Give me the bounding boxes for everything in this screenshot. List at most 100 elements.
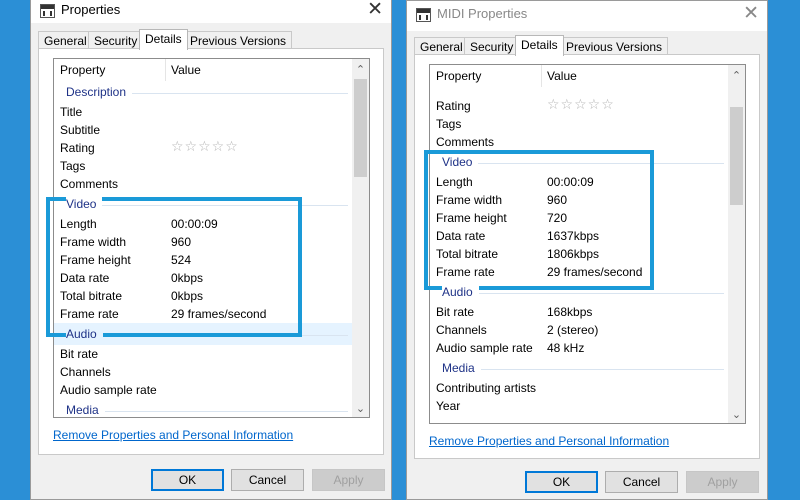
column-property[interactable]: Property <box>436 69 481 83</box>
group-audio[interactable]: Audio <box>430 281 728 303</box>
group-label: Audio <box>66 327 103 341</box>
property-name: Channels <box>436 323 487 337</box>
ok-button[interactable]: OK <box>525 471 598 493</box>
list-item[interactable]: Data rate 0kbps <box>54 269 352 287</box>
tab-security[interactable]: Security <box>464 37 520 55</box>
list-item[interactable]: Length 00:00:09 <box>54 215 352 233</box>
property-value: 00:00:09 <box>171 217 218 231</box>
group-divider <box>66 411 348 412</box>
list-item[interactable]: Channels 2 (stereo) <box>430 321 728 339</box>
property-name: Tags <box>436 117 462 131</box>
column-value[interactable]: Value <box>171 63 201 77</box>
group-media[interactable]: Media <box>430 357 728 379</box>
list-item[interactable]: Frame height 720 <box>430 209 728 227</box>
file-properties-icon <box>416 8 431 22</box>
tab-details[interactable]: Details <box>515 35 564 56</box>
property-list[interactable]: Property Value Rating ☆☆☆☆☆ Tags Comments… <box>429 64 746 424</box>
scroll-up-icon[interactable]: ⌃ <box>728 67 745 84</box>
property-list[interactable]: Property Value Description Title Subtitl… <box>53 58 370 418</box>
cancel-button[interactable]: Cancel <box>605 471 678 493</box>
remove-properties-link[interactable]: Remove Properties and Personal Informati… <box>429 434 669 448</box>
column-separator[interactable] <box>541 65 542 87</box>
list-item[interactable]: Bit rate <box>54 345 352 363</box>
property-name: Frame width <box>60 235 127 249</box>
list-item[interactable]: Title <box>54 103 352 121</box>
rating-stars-icon[interactable]: ☆☆☆☆☆ <box>547 97 615 113</box>
list-item[interactable]: Tags <box>430 115 728 133</box>
list-item[interactable]: Channels <box>54 363 352 381</box>
scroll-thumb[interactable] <box>354 79 367 177</box>
group-description[interactable]: Description <box>54 81 352 103</box>
list-item[interactable]: Comments <box>430 133 728 151</box>
tab-details[interactable]: Details <box>139 29 188 50</box>
list-rows: Rating ☆☆☆☆☆ Tags Comments Video Length 00… <box>430 97 728 415</box>
group-audio[interactable]: Audio <box>54 323 352 345</box>
close-icon[interactable]: ✕ <box>743 2 759 24</box>
property-value: 29 frames/second <box>171 307 267 321</box>
list-item[interactable]: Frame rate 29 frames/second <box>54 305 352 323</box>
list-item[interactable]: Tags <box>54 157 352 175</box>
tab-security[interactable]: Security <box>88 31 144 49</box>
scroll-up-icon[interactable]: ⌃ <box>352 61 369 78</box>
column-header: Property Value <box>54 59 352 81</box>
window-title: MIDI Properties <box>437 6 528 21</box>
list-item[interactable]: Frame height 524 <box>54 251 352 269</box>
list-rows: Description Title Subtitle Rating ☆☆☆☆☆ T… <box>54 81 352 417</box>
list-item[interactable]: Audio sample rate <box>54 381 352 399</box>
property-name: Frame width <box>436 193 503 207</box>
window-title: Properties <box>61 2 121 17</box>
list-item[interactable]: Contributing artists <box>430 379 728 397</box>
vertical-scrollbar[interactable]: ⌃ ⌄ <box>728 65 745 423</box>
property-value: 0kbps <box>171 271 204 285</box>
scroll-down-icon[interactable]: ⌄ <box>352 400 369 417</box>
list-item[interactable]: Year <box>430 397 728 415</box>
group-video[interactable]: Video <box>430 151 728 173</box>
column-property[interactable]: Property <box>60 63 105 77</box>
list-item[interactable]: Rating ☆☆☆☆☆ <box>430 97 728 115</box>
list-item[interactable]: Frame width 960 <box>430 191 728 209</box>
list-item[interactable]: Total bitrate 1806kbps <box>430 245 728 263</box>
list-item[interactable]: Total bitrate 0kbps <box>54 287 352 305</box>
property-name: Length <box>436 175 473 189</box>
group-label: Media <box>66 403 105 417</box>
rating-stars-icon[interactable]: ☆☆☆☆☆ <box>171 139 239 155</box>
list-item[interactable]: Rating ☆☆☆☆☆ <box>54 139 352 157</box>
property-name: Rating <box>436 99 471 113</box>
list-item[interactable]: Comments <box>54 175 352 193</box>
scroll-down-icon[interactable]: ⌄ <box>728 406 745 423</box>
group-media[interactable]: Media <box>54 399 352 417</box>
tab-general[interactable]: General <box>414 37 469 55</box>
close-icon[interactable]: ✕ <box>367 0 383 20</box>
group-label: Video <box>442 155 479 169</box>
list-item[interactable]: Length 00:00:09 <box>430 173 728 191</box>
tab-previous-versions[interactable]: Previous Versions <box>560 37 669 55</box>
group-label: Audio <box>442 285 479 299</box>
group-label: Video <box>66 197 103 211</box>
property-name: Tags <box>60 159 86 173</box>
ok-button[interactable]: OK <box>151 469 224 491</box>
property-name: Comments <box>436 135 495 149</box>
apply-button[interactable]: Apply <box>686 471 759 493</box>
list-item[interactable]: Bit rate 168kbps <box>430 303 728 321</box>
remove-properties-link[interactable]: Remove Properties and Personal Informati… <box>53 428 293 442</box>
title-bar[interactable]: Properties ✕ <box>31 0 391 23</box>
property-value: 29 frames/second <box>547 265 643 279</box>
vertical-scrollbar[interactable]: ⌃ ⌄ <box>352 59 369 417</box>
list-item[interactable]: Audio sample rate 48 kHz <box>430 339 728 357</box>
list-item[interactable]: Frame width 960 <box>54 233 352 251</box>
group-label: Description <box>66 85 133 99</box>
list-item[interactable]: Data rate 1637kbps <box>430 227 728 245</box>
list-item[interactable]: Frame rate 29 frames/second <box>430 263 728 281</box>
cancel-button[interactable]: Cancel <box>231 469 304 491</box>
title-bar[interactable]: MIDI Properties ✕ <box>407 1 767 31</box>
tab-previous-versions[interactable]: Previous Versions <box>184 31 293 49</box>
column-separator[interactable] <box>165 59 166 81</box>
property-name: Channels <box>60 365 111 379</box>
column-value[interactable]: Value <box>547 69 577 83</box>
tab-general[interactable]: General <box>38 31 93 49</box>
list-item[interactable]: Subtitle <box>54 121 352 139</box>
apply-button[interactable]: Apply <box>312 469 385 491</box>
scroll-thumb[interactable] <box>730 107 743 205</box>
property-name: Year <box>436 399 461 413</box>
group-video[interactable]: Video <box>54 193 352 215</box>
